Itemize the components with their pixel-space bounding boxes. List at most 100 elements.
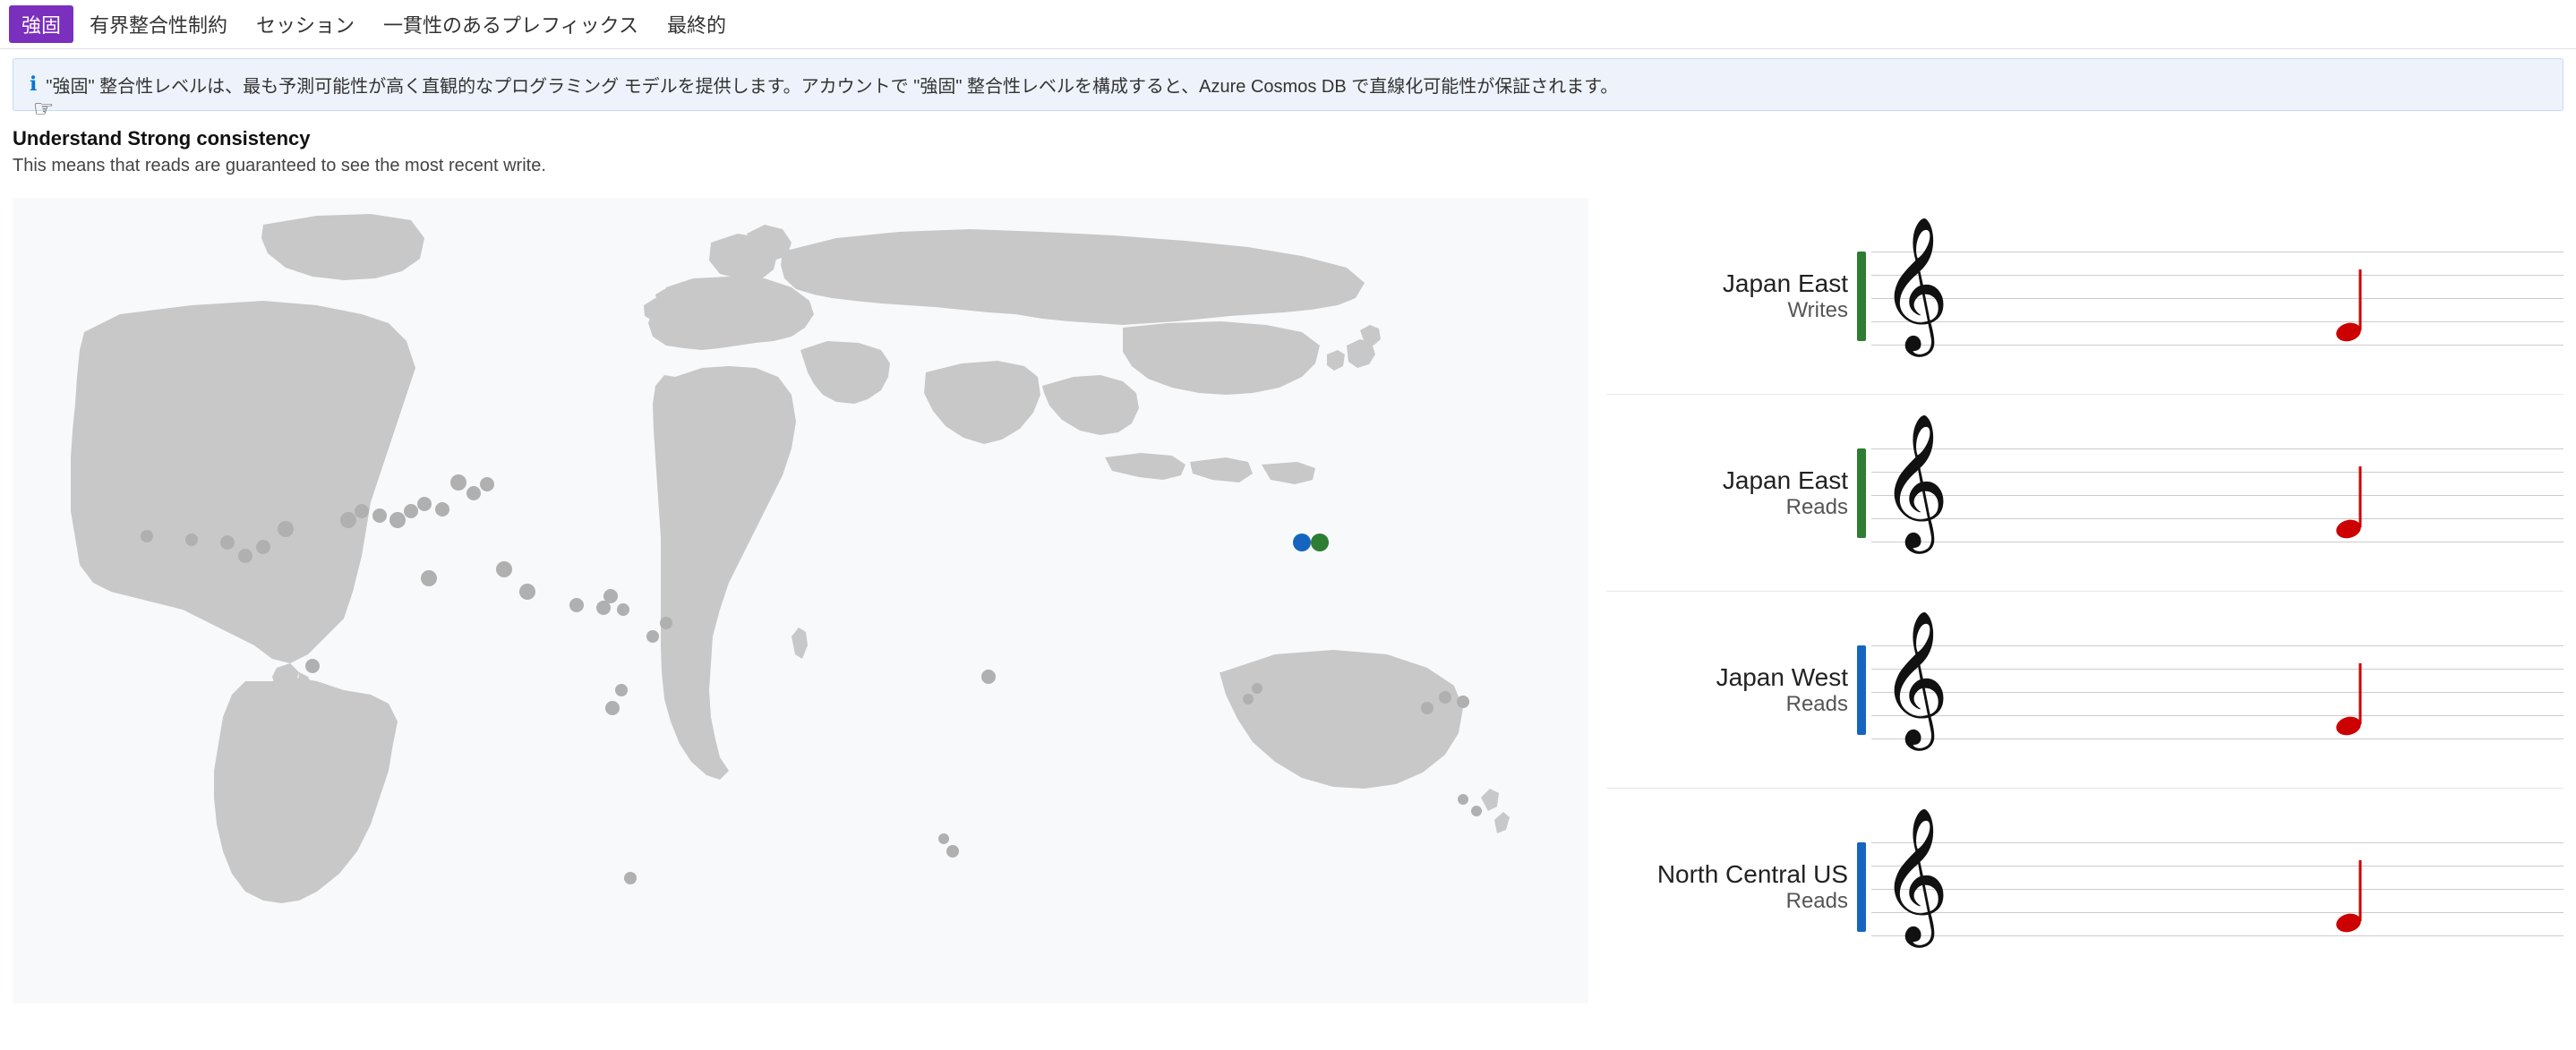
music-row-japan-west-reads: Japan West Reads 𝄞 xyxy=(1606,592,2563,789)
map-dot xyxy=(605,701,620,715)
staff-lines-1 xyxy=(1871,448,2563,556)
map-dot xyxy=(372,508,387,523)
treble-clef-2: 𝄞 xyxy=(1880,619,1949,735)
map-dot xyxy=(660,617,672,629)
music-row-north-central-us-reads: North Central US Reads 𝄞 xyxy=(1606,789,2563,986)
staff-line xyxy=(1871,842,2563,843)
main-content: Japan East Writes 𝄞 Japan East Rea xyxy=(0,189,2576,1012)
staff-lines-2 xyxy=(1871,645,2563,753)
staff-line xyxy=(1871,495,2563,496)
map-dot xyxy=(938,833,949,844)
tab-eventual[interactable]: 最終的 xyxy=(655,5,739,43)
map-dot xyxy=(1458,794,1468,805)
map-dot xyxy=(646,630,659,643)
map-dot xyxy=(1243,694,1254,704)
staff-line xyxy=(1871,321,2563,322)
map-dot xyxy=(435,502,449,516)
music-note-2 xyxy=(2331,654,2384,744)
bar-indicator-0 xyxy=(1857,252,1866,341)
staff-line xyxy=(1871,645,2563,646)
world-map xyxy=(13,198,1588,1003)
right-panel: Japan East Writes 𝄞 Japan East Rea xyxy=(1588,198,2563,1003)
bar-indicator-1 xyxy=(1857,448,1866,538)
map-dot xyxy=(141,530,153,542)
map-dot xyxy=(981,670,996,684)
cursor-hand-icon: ☞ xyxy=(33,95,54,123)
map-dot xyxy=(389,512,406,528)
region-label-japan-west-reads: Japan West Reads xyxy=(1606,663,1857,717)
region-type-2: Reads xyxy=(1606,692,1848,717)
region-label-japan-east-writes: Japan East Writes xyxy=(1606,269,1857,323)
map-dot xyxy=(355,504,369,518)
map-dot xyxy=(569,598,584,612)
map-dot xyxy=(1439,691,1451,704)
bar-indicator-3 xyxy=(1857,842,1866,932)
map-dot xyxy=(238,549,252,563)
staff-line xyxy=(1871,669,2563,670)
staff-line xyxy=(1871,448,2563,449)
staff-line xyxy=(1871,738,2563,739)
map-dot xyxy=(417,497,432,511)
staff-line xyxy=(1871,275,2563,276)
map-dot xyxy=(220,535,235,550)
world-map-container xyxy=(13,198,1588,1003)
staff-line xyxy=(1871,912,2563,913)
map-dot xyxy=(615,684,628,696)
staff-3: 𝄞 xyxy=(1871,824,2563,968)
map-dot xyxy=(278,521,294,537)
staff-line xyxy=(1871,715,2563,716)
map-dot xyxy=(946,845,959,858)
treble-clef-0: 𝄞 xyxy=(1880,225,1949,341)
staff-2: 𝄞 xyxy=(1871,627,2563,771)
region-label-north-central-us-reads: North Central US Reads xyxy=(1606,860,1857,914)
map-dot xyxy=(256,540,270,554)
staff-0: 𝄞 xyxy=(1871,234,2563,377)
tab-consistent-prefix[interactable]: 一貫性のあるプレフィックス xyxy=(371,5,651,43)
staff-lines-0 xyxy=(1871,252,2563,359)
map-dot xyxy=(305,659,320,673)
map-dot xyxy=(1311,534,1329,551)
region-type-1: Reads xyxy=(1606,495,1848,520)
music-note-1 xyxy=(2331,457,2384,547)
map-dot xyxy=(340,512,356,528)
region-type-3: Reads xyxy=(1606,889,1848,914)
tab-strong[interactable]: 強固 xyxy=(9,5,73,43)
staff-line xyxy=(1871,345,2563,346)
map-dot xyxy=(421,570,437,586)
map-dot xyxy=(1457,696,1469,708)
music-note-3 xyxy=(2331,851,2384,941)
map-dot xyxy=(1252,683,1262,694)
music-row-japan-east-writes: Japan East Writes 𝄞 xyxy=(1606,198,2563,395)
treble-clef-3: 𝄞 xyxy=(1880,815,1949,932)
info-icon: ℹ xyxy=(30,73,37,96)
staff-lines-3 xyxy=(1871,842,2563,950)
bar-indicator-2 xyxy=(1857,645,1866,735)
staff-line xyxy=(1871,935,2563,936)
map-dot xyxy=(1293,534,1311,551)
map-dot xyxy=(1471,806,1482,816)
staff-line xyxy=(1871,889,2563,890)
music-note-0 xyxy=(2331,260,2384,350)
map-dot xyxy=(480,477,494,491)
map-dot xyxy=(185,534,198,546)
treble-clef-1: 𝄞 xyxy=(1880,422,1949,538)
map-dot xyxy=(1421,702,1433,714)
section-subtext: This means that reads are guaranteed to … xyxy=(13,156,2563,176)
map-dot xyxy=(624,872,637,884)
map-dot xyxy=(603,589,618,603)
staff-1: 𝄞 xyxy=(1871,431,2563,574)
region-name-1: Japan East xyxy=(1606,466,1848,495)
map-dot xyxy=(496,561,512,577)
tab-session[interactable]: セッション xyxy=(244,5,367,43)
tab-bounded[interactable]: 有界整合性制約 xyxy=(77,5,240,43)
staff-line xyxy=(1871,518,2563,519)
region-name-2: Japan West xyxy=(1606,663,1848,692)
music-row-japan-east-reads: Japan East Reads 𝄞 xyxy=(1606,395,2563,592)
map-dot xyxy=(450,474,466,491)
section-heading: Understand Strong consistency xyxy=(13,127,2563,150)
staff-line xyxy=(1871,472,2563,473)
info-banner: ℹ "強固" 整合性レベルは、最も予測可能性が高く直観的なプログラミング モデル… xyxy=(13,58,2563,111)
map-dot xyxy=(404,504,418,518)
region-name-3: North Central US xyxy=(1606,860,1848,889)
region-name-0: Japan East xyxy=(1606,269,1848,298)
